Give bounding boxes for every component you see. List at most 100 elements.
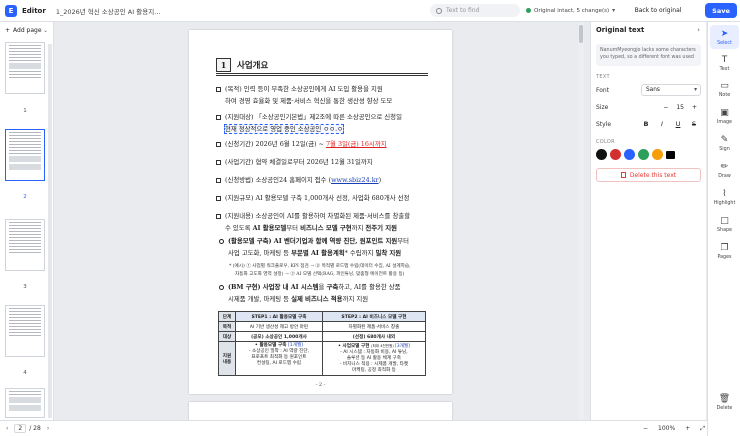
sub-item-model[interactable]: (활용모델 구축) AI 벤더기업과 함께 역량 진단, 원포인트 지원부터 사… <box>219 236 429 259</box>
tool-label: Pages <box>717 254 732 260</box>
trash-icon <box>620 172 626 178</box>
size-value[interactable]: 15 <box>676 104 684 111</box>
canvas-scrollbar[interactable] <box>578 22 584 420</box>
item-purpose[interactable]: (목적) 인력 등이 부족한 소상공인에게 AI 도입 활용을 지원 하여 경영… <box>216 83 436 107</box>
sub-text: 과 함께 역량 진단, 원포인트 지원 <box>307 237 398 245</box>
tool-strip: ➤ Select T Text ▭ Note ▣ Image ✎ Sign ✏ … <box>707 22 740 436</box>
size-label: Size <box>596 103 609 111</box>
page-thumbnail-5[interactable] <box>5 388 45 418</box>
item-text: 비즈니스 모델 구현 <box>300 224 352 232</box>
table-cell: 차별화된 제품·서비스 창출 <box>321 321 427 332</box>
page-number-4: 4 <box>23 370 27 376</box>
tool-image[interactable]: ▣ Image <box>710 104 739 128</box>
change-status[interactable]: Original intact, 5 change(s) ▾ <box>526 7 615 14</box>
item-text: (목적) 인력 <box>225 85 258 93</box>
save-button[interactable]: Save <box>705 3 737 18</box>
tool-text[interactable]: T Text <box>710 51 739 75</box>
item-apply-period[interactable]: (신청기간) 2026년 6월 12일(금) ~ 7월 3일(금) 16시까지 <box>216 138 436 150</box>
text-icon: T <box>721 54 728 65</box>
tool-label: Delete <box>716 405 733 411</box>
add-page-button[interactable]: + Add page ⌄ <box>0 22 53 38</box>
circle-bullet-icon <box>219 284 224 290</box>
size-stepper: − 15 + <box>659 104 701 111</box>
color-section-label: COLOR <box>596 139 615 145</box>
table-cell: • 활용모델 구축 [1개월] - 소상공인 밀착 : AI 역량 진단, 프로… <box>235 341 323 376</box>
item-scale[interactable]: (지원규모) AI 활용모델 구축 1,000개사 선정, 사업화 680개사 … <box>216 192 436 204</box>
tool-highlight[interactable]: ⌇ Highlight <box>710 185 739 209</box>
color-swatch-red[interactable] <box>610 149 621 160</box>
item-text: (지원대상) 「소상공인기본법」제2조에 따른 소상공인으로 신청일 <box>225 113 402 121</box>
back-to-original-button[interactable]: Back to original <box>630 4 686 17</box>
font-select[interactable]: Sans ▾ <box>641 84 701 96</box>
tool-label: Sign <box>719 146 730 152</box>
properties-panel: Original text › NanumMyeongjo lacks some… <box>590 22 706 436</box>
color-swatch-green[interactable] <box>638 149 649 160</box>
website-link[interactable]: www.sbiz24.kr <box>331 176 379 184</box>
color-swatch-orange[interactable] <box>652 149 663 160</box>
tool-draw[interactable]: ✏ Draw <box>710 158 739 182</box>
top-bar: E Editor 1_2026년 혁신 소상공인 AI 활용지원 사... Te… <box>0 0 740 22</box>
page-thumbnail-3[interactable] <box>5 219 45 271</box>
tool-delete[interactable]: 🗑 Delete <box>710 390 739 414</box>
collapse-panel-icon[interactable]: › <box>697 26 700 34</box>
pages-scrollbar[interactable] <box>48 44 52 418</box>
tool-pages[interactable]: ❐ Pages <box>710 239 739 263</box>
search-icon <box>436 7 442 14</box>
example-note[interactable]: * (예시) ① 사업별 워크플로우, KPI 점검 → ② 목적별 로드맵 수… <box>229 263 429 278</box>
sub-item-bm[interactable]: (BM 구현) 사업장 내 AI 시스템을 구축하고, AI를 활용한 상품 시… <box>219 282 429 305</box>
item-target[interactable]: (지원대상) 「소상공인기본법」제2조에 따른 소상공인으로 신청일 현재 정상… <box>216 111 436 135</box>
tool-sign[interactable]: ✎ Sign <box>710 131 739 155</box>
status-text: Original intact, 5 change(s) <box>534 7 610 14</box>
cell-text: • 활용모델 구축 <box>254 343 289 348</box>
tool-shape[interactable]: □ Shape <box>710 212 739 236</box>
canvas-scroll-thumb[interactable] <box>579 25 583 43</box>
item-apply-method[interactable]: (신청방법) 소상공인24 홈페이지 접수 (www.sbiz24.kr) <box>216 174 436 186</box>
tool-select[interactable]: ➤ Select <box>710 25 739 49</box>
cell-text: - AI 시스템 : 자동화 비용, AI 튜닝, 솔루션 등 AI 활용 체계… <box>339 350 409 373</box>
sub-text: 부터 <box>397 237 410 245</box>
color-swatch-black[interactable] <box>596 149 607 160</box>
search-input[interactable]: Text to find <box>430 4 520 17</box>
style-row: Style B I U S <box>596 117 701 131</box>
zoom-in-button[interactable]: + <box>685 425 690 432</box>
selected-text-box[interactable]: 현재 정상적으로 영업 중인 소상공인 ㅇㅇ.ㅇ <box>223 124 345 134</box>
zoom-out-button[interactable]: − <box>643 425 648 432</box>
italic-button[interactable]: I <box>655 120 669 128</box>
page-number-input[interactable]: 2 <box>14 424 27 433</box>
tool-label: Image <box>716 119 733 125</box>
item-text: ) <box>378 176 382 184</box>
prev-page-button[interactable]: ‹ <box>6 425 8 432</box>
sub-text: 밀착 지원 <box>375 248 402 257</box>
sub-text: 부문별 AI 활용계획 <box>291 248 345 257</box>
checkbox-bullet-icon <box>216 177 221 183</box>
color-swatch-custom[interactable] <box>666 150 675 159</box>
item-text: 등이 부족한 소상공인에게 AI 도입 활용을 지원 <box>257 85 383 93</box>
strikethrough-button[interactable]: S <box>687 120 701 128</box>
page-footer: - 2 - <box>315 382 326 388</box>
chevron-down-icon: ▾ <box>612 7 616 14</box>
bold-button[interactable]: B <box>639 120 653 128</box>
section-title[interactable]: 사업개요 <box>237 59 268 71</box>
size-decrease-button[interactable]: − <box>663 104 668 111</box>
tool-label: Select <box>717 40 732 46</box>
page-thumbnail-1[interactable] <box>5 42 45 94</box>
section-heading: 1 사업개요 <box>216 58 268 72</box>
color-swatch-blue[interactable] <box>624 149 635 160</box>
tool-note[interactable]: ▭ Note <box>710 77 739 101</box>
next-page-button[interactable]: › <box>47 425 49 432</box>
underline-button[interactable]: U <box>671 120 685 128</box>
item-content[interactable]: (지원내용) 소상공인이 AI를 활용하여 차별화된 제품·서비스를 창출할 수… <box>216 210 436 234</box>
shape-icon: □ <box>720 215 729 226</box>
pencil-icon: ✏ <box>720 161 729 172</box>
item-project-period[interactable]: (사업기간) 협약 체결일로부터 2026년 12월 31일까지 <box>216 156 436 168</box>
fit-page-icon[interactable]: ⤢ <box>700 425 705 433</box>
size-increase-button[interactable]: + <box>692 104 697 111</box>
chevron-down-icon: ▾ <box>694 87 697 93</box>
page-thumbnail-2[interactable] <box>5 129 45 181</box>
delete-text-label: Delete this text <box>629 171 677 179</box>
circle-bullet-icon <box>219 238 224 244</box>
item-text: 부터 <box>286 224 301 232</box>
zoom-value[interactable]: 100% <box>658 425 675 432</box>
delete-text-button[interactable]: Delete this text <box>596 168 701 182</box>
page-thumbnail-4[interactable] <box>5 305 45 357</box>
